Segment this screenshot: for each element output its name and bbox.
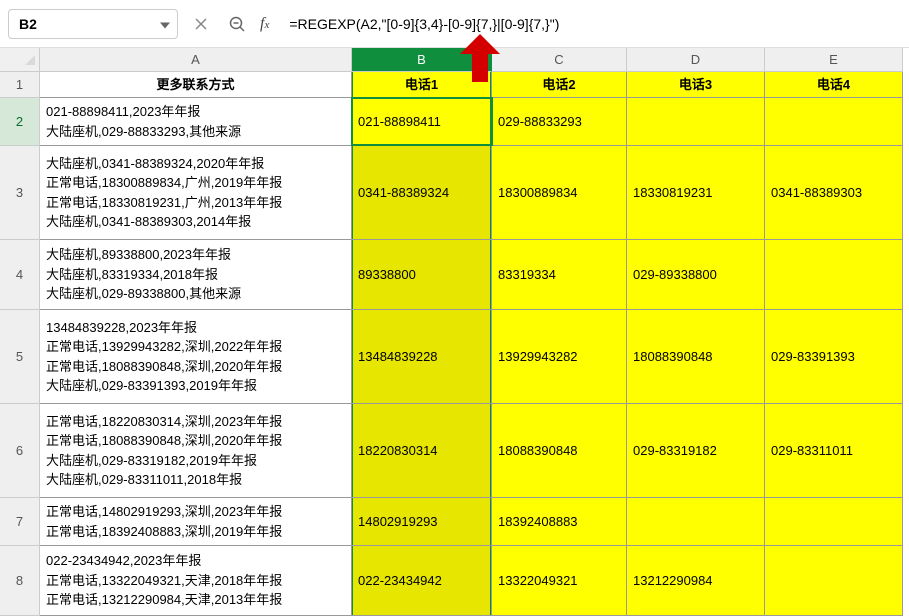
- table-row: 大陆座机,89338800,2023年年报 大陆座机,83319334,2018…: [40, 240, 903, 310]
- cell-phone3[interactable]: 13212290984: [627, 546, 765, 615]
- cell-source[interactable]: 大陆座机,0341-88389324,2020年年报 正常电话,18300889…: [40, 146, 352, 239]
- cell-phone3[interactable]: 029-89338800: [627, 240, 765, 309]
- row-header[interactable]: 5: [0, 310, 40, 404]
- header-cell-a[interactable]: 更多联系方式: [40, 72, 352, 97]
- column-header[interactable]: A: [40, 48, 352, 72]
- cell-source[interactable]: 13484839228,2023年年报 正常电话,13929943282,深圳,…: [40, 310, 352, 403]
- formula-bar: fx: [0, 0, 909, 48]
- cell-phone2[interactable]: 83319334: [492, 240, 627, 309]
- cell-source[interactable]: 022-23434942,2023年年报 正常电话,13322049321,天津…: [40, 546, 352, 615]
- row-header[interactable]: 8: [0, 546, 40, 616]
- cell-phone4[interactable]: 0341-88389303: [765, 146, 903, 239]
- header-cell-c[interactable]: 电话2: [492, 72, 627, 97]
- cell-source[interactable]: 021-88898411,2023年年报 大陆座机,029-88833293,其…: [40, 98, 352, 145]
- table-row: 022-23434942,2023年年报 正常电话,13322049321,天津…: [40, 546, 903, 616]
- cell-phone2[interactable]: 13929943282: [492, 310, 627, 403]
- cell-phone4[interactable]: 029-83311011: [765, 404, 903, 497]
- cell-phone1[interactable]: 18220830314: [352, 404, 492, 497]
- cell-source[interactable]: 正常电话,14802919293,深圳,2023年年报 正常电话,1839240…: [40, 498, 352, 545]
- cell-phone1[interactable]: 13484839228: [352, 310, 492, 403]
- table-row: 13484839228,2023年年报 正常电话,13929943282,深圳,…: [40, 310, 903, 404]
- cell-phone4[interactable]: [765, 98, 903, 145]
- table-row: 正常电话,14802919293,深圳,2023年年报 正常电话,1839240…: [40, 498, 903, 546]
- cell-phone4[interactable]: [765, 546, 903, 615]
- row-header[interactable]: 4: [0, 240, 40, 310]
- cell-phone1[interactable]: 021-88898411: [352, 98, 492, 145]
- cell-phone2[interactable]: 18300889834: [492, 146, 627, 239]
- cell-phone1[interactable]: 14802919293: [352, 498, 492, 545]
- row-header[interactable]: 2: [0, 98, 40, 146]
- table-row: 正常电话,18220830314,深圳,2023年年报 正常电话,1808839…: [40, 404, 903, 498]
- cancel-icon[interactable]: [188, 11, 214, 37]
- fx-icon[interactable]: fx: [260, 15, 269, 33]
- cell-phone2[interactable]: 029-88833293: [492, 98, 627, 145]
- name-box[interactable]: [8, 9, 178, 39]
- cell-phone3[interactable]: 18088390848: [627, 310, 765, 403]
- select-all-corner[interactable]: [0, 48, 40, 72]
- cell-phone1[interactable]: 89338800: [352, 240, 492, 309]
- row-header-column: 1 2 3 4 5 6 7 8: [0, 48, 40, 616]
- cell-source[interactable]: 正常电话,18220830314,深圳,2023年年报 正常电话,1808839…: [40, 404, 352, 497]
- cell-phone4[interactable]: [765, 498, 903, 545]
- cell-phone3[interactable]: [627, 98, 765, 145]
- cell-phone2[interactable]: 13322049321: [492, 546, 627, 615]
- cell-phone4[interactable]: 029-83391393: [765, 310, 903, 403]
- column-header[interactable]: D: [627, 48, 765, 72]
- cell-phone2[interactable]: 18392408883: [492, 498, 627, 545]
- formula-input[interactable]: [283, 9, 901, 39]
- column-header[interactable]: E: [765, 48, 903, 72]
- column-header[interactable]: C: [492, 48, 627, 72]
- cell-phone4[interactable]: [765, 240, 903, 309]
- row-header[interactable]: 3: [0, 146, 40, 240]
- row-header[interactable]: 1: [0, 72, 40, 98]
- cell-phone1[interactable]: 022-23434942: [352, 546, 492, 615]
- cell-phone2[interactable]: 18088390848: [492, 404, 627, 497]
- table-row: 大陆座机,0341-88389324,2020年年报 正常电话,18300889…: [40, 146, 903, 240]
- row-header[interactable]: 7: [0, 498, 40, 546]
- cell-phone3[interactable]: 18330819231: [627, 146, 765, 239]
- cell-source[interactable]: 大陆座机,89338800,2023年年报 大陆座机,83319334,2018…: [40, 240, 352, 309]
- zoom-out-icon[interactable]: [224, 11, 250, 37]
- cell-phone3[interactable]: [627, 498, 765, 545]
- table-row: 021-88898411,2023年年报 大陆座机,029-88833293,其…: [40, 98, 903, 146]
- header-cell-d[interactable]: 电话3: [627, 72, 765, 97]
- spreadsheet-grid: 1 2 3 4 5 6 7 8 A B C D E 更多联系方式 电话1 电话2…: [0, 48, 909, 616]
- cell-phone3[interactable]: 029-83319182: [627, 404, 765, 497]
- cell-phone1[interactable]: 0341-88389324: [352, 146, 492, 239]
- row-header[interactable]: 6: [0, 404, 40, 498]
- header-cell-e[interactable]: 电话4: [765, 72, 903, 97]
